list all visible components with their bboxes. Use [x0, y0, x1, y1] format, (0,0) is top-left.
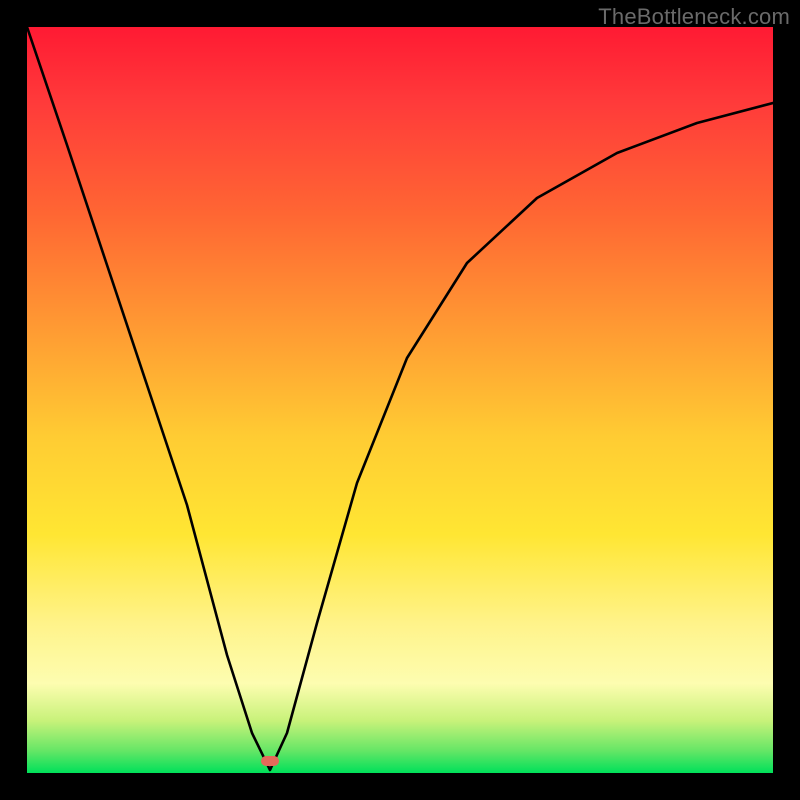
bottleneck-curve [27, 27, 773, 773]
plot-area [27, 27, 773, 773]
optimal-marker [261, 756, 279, 766]
curve-path [27, 27, 773, 770]
chart-frame: TheBottleneck.com [0, 0, 800, 800]
